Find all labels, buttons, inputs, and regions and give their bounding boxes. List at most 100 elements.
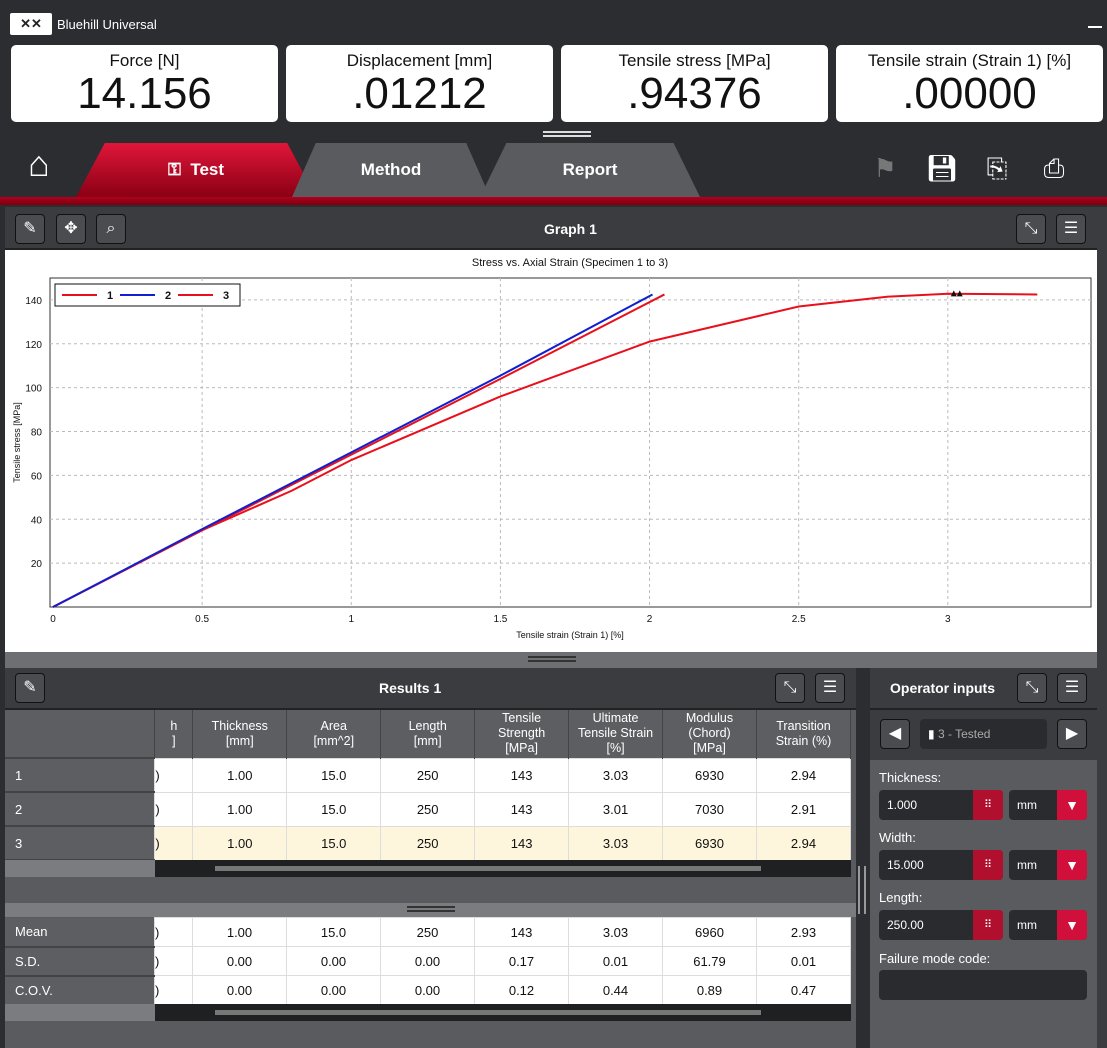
table-cell: 3.01 (568, 791, 664, 827)
table-cell: ) (154, 791, 194, 827)
panel-splitter[interactable] (5, 652, 1097, 668)
row-label: 3 (5, 826, 155, 861)
tab-report[interactable]: Report (480, 143, 700, 197)
expand-icon[interactable]: ⤡ (775, 673, 805, 703)
table-cell: 0.01 (756, 946, 851, 976)
minimize-button[interactable] (1088, 26, 1102, 28)
thickness-input[interactable]: 1.000 ⠿ (879, 790, 1003, 820)
column-header[interactable]: Modulus (Chord) [MPa] (662, 710, 757, 758)
test-icon: ⚿ (167, 160, 186, 179)
tab-test[interactable]: ⚿ Test (76, 143, 316, 197)
stats-row[interactable]: S.D.) 0.00 0.00 0.00 0.17 0.01 61.79 0.01 (5, 946, 851, 977)
readout-stress[interactable]: Tensile stress [MPa] .94376 (561, 45, 828, 122)
chart-title: Stress vs. Axial Strain (Specimen 1 to 3… (472, 257, 668, 269)
table-row[interactable]: 2) 1.00 15.0 250 143 3.01 7030 2.91 (5, 791, 852, 827)
resize-grip[interactable] (543, 131, 591, 137)
row-header-corner (5, 710, 156, 759)
length-input[interactable]: 250.00 ⠿ (879, 910, 1003, 940)
chevron-down-icon[interactable]: ▼ (1057, 850, 1087, 880)
column-header[interactable]: Tensile Strength [MPa] (474, 710, 570, 758)
width-input[interactable]: 15.000 ⠿ (879, 850, 1003, 880)
edit-pencil-icon[interactable]: ✎ (15, 214, 45, 244)
failure-mode-label: Failure mode code: (879, 951, 991, 966)
vertical-scrollbar[interactable] (1097, 207, 1107, 1048)
y-axis-label: Tensile stress [MPa] (12, 402, 22, 483)
column-header[interactable]: Thickness [mm] (192, 710, 288, 758)
x-tick-label: 2.5 (792, 614, 806, 625)
table-cell: 1.00 (192, 791, 288, 827)
table-cell: 2.91 (755, 791, 852, 827)
expand-icon[interactable]: ⤡ (1017, 673, 1047, 703)
column-header[interactable]: Length [mm] (380, 710, 476, 758)
horizontal-scrollbar[interactable] (155, 1004, 851, 1021)
readout-force[interactable]: Force [N] 14.156 (11, 45, 278, 122)
table-cell: 250 (380, 917, 475, 947)
unit-dropdown[interactable]: mm ▼ (1009, 790, 1087, 820)
edit-pencil-icon[interactable]: ✎ (15, 673, 45, 703)
failure-mode-input[interactable] (879, 970, 1087, 1000)
y-tick-label: 120 (25, 340, 42, 351)
chevron-down-icon[interactable]: ▼ (1057, 790, 1087, 820)
table-cell: 0.01 (568, 946, 663, 976)
table-cell: 143 (474, 825, 570, 861)
readout-displacement[interactable]: Displacement [mm] .01212 (286, 45, 553, 122)
keypad-icon[interactable]: ⠿ (973, 850, 1003, 880)
column-header[interactable]: Area [mm^2] (286, 710, 382, 758)
table-cell: 0.12 (474, 975, 569, 1005)
table-row[interactable]: 3) 1.00 15.0 250 143 3.03 6930 2.94 (5, 825, 852, 861)
table-cell: 3.03 (568, 825, 664, 861)
tab-method[interactable]: Method (292, 143, 490, 197)
save-icon[interactable]: 💾︎ (925, 150, 959, 186)
table-cell: 0.00 (380, 946, 475, 976)
horizontal-scrollbar[interactable] (155, 860, 851, 877)
title-bar (0, 0, 1107, 44)
unit-dropdown[interactable]: mm ▼ (1009, 910, 1087, 940)
x-tick-label: 0.5 (195, 614, 209, 625)
x-axis-label: Tensile strain (Strain 1) [%] (516, 630, 624, 640)
zoom-icon[interactable]: ⌕ (96, 214, 126, 244)
keypad-icon[interactable]: ⠿ (973, 910, 1003, 940)
home-icon[interactable]: ⌂ (22, 146, 56, 182)
next-specimen-button[interactable]: ▶ (1057, 719, 1087, 749)
stats-row[interactable]: C.O.V.) 0.00 0.00 0.00 0.12 0.44 0.89 0.47 (5, 975, 851, 1006)
table-cell: 2.94 (755, 757, 852, 793)
table-cell: 15.0 (286, 757, 382, 793)
expand-icon[interactable]: ⤡ (1016, 214, 1046, 244)
legend-label: 3 (223, 290, 229, 302)
table-cell: 15.0 (286, 791, 382, 827)
y-tick-label: 80 (31, 428, 43, 439)
finish-flag-icon[interactable]: ⚑ (868, 150, 902, 186)
table-cell: 61.79 (662, 946, 757, 976)
menu-icon[interactable]: ☰ (815, 673, 845, 703)
readout-value: .94376 (627, 69, 762, 118)
table-cell: ) (154, 825, 194, 861)
keypad-icon[interactable]: ⠿ (973, 790, 1003, 820)
pan-move-icon[interactable]: ✥ (56, 214, 86, 244)
y-tick-label: 100 (25, 384, 42, 395)
stats-splitter[interactable] (5, 903, 856, 917)
column-header[interactable]: Transition Strain (%) (756, 710, 852, 758)
table-cell: 0.00 (286, 975, 381, 1005)
stats-row[interactable]: Mean) 1.00 15.0 250 143 3.03 6960 2.93 (5, 917, 851, 948)
column-header[interactable]: Ultimate Tensile Strain [%] (568, 710, 664, 758)
print-icon[interactable]: ⎙ (1037, 150, 1071, 186)
legend-label: 2 (165, 290, 171, 302)
table-row[interactable]: 1) 1.00 15.0 250 143 3.03 6930 2.94 (5, 757, 852, 793)
results-table: h ] Thickness [mm] Area [mm^2] Length [mm] T… (5, 710, 852, 861)
table-cell: 15.0 (286, 917, 381, 947)
column-header[interactable]: h ] (154, 710, 194, 758)
chevron-down-icon[interactable]: ▼ (1057, 910, 1087, 940)
unit-dropdown[interactable]: mm ▼ (1009, 850, 1087, 880)
table-cell: 0.00 (286, 946, 381, 976)
menu-icon[interactable]: ☰ (1057, 673, 1087, 703)
table-cell: 0.00 (192, 946, 287, 976)
plot-area (49, 277, 1092, 608)
menu-icon[interactable]: ☰ (1056, 214, 1086, 244)
vertical-splitter[interactable] (858, 866, 866, 914)
specimen-selector[interactable]: ▮ 3 - Tested (920, 719, 1047, 749)
export-icon[interactable]: ⎘ (980, 150, 1014, 186)
readout-strain[interactable]: Tensile strain (Strain 1) [%] .00000 (836, 45, 1103, 122)
graph-title: Graph 1 (544, 221, 597, 237)
table-cell: 1.00 (192, 757, 288, 793)
previous-specimen-button[interactable]: ◀ (880, 719, 910, 749)
